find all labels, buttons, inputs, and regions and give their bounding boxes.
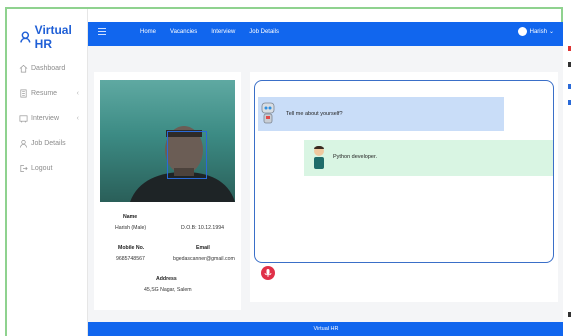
edge-mark: [568, 46, 571, 51]
top-menu: Home Vacancies Interview Job Details: [140, 29, 279, 35]
home-icon: [19, 64, 28, 73]
hamburger-menu-icon[interactable]: [98, 28, 106, 36]
answer-text: Python developer.: [333, 154, 378, 160]
resume-icon: [20, 89, 27, 98]
right-edge-strip: [563, 0, 574, 336]
sidebar-item-label: Interview: [31, 115, 60, 122]
chevron-left-icon: ‹: [76, 115, 79, 122]
user-avatar-icon: [314, 146, 324, 169]
user-menu[interactable]: Harish ⌄: [517, 27, 554, 36]
logout-icon: [20, 164, 28, 173]
chevron-down-icon: ⌄: [548, 29, 554, 35]
sidebar-item-logout[interactable]: Logout: [7, 156, 87, 181]
question-text: Tell me about yourself?: [286, 111, 343, 117]
sidebar: Virtual HR Dashboard Resume ‹ Interview …: [7, 9, 88, 336]
microphone-button[interactable]: [261, 266, 275, 280]
nav-link-job-details[interactable]: Job Details: [249, 29, 279, 35]
sidebar-item-resume[interactable]: Resume ‹: [7, 81, 87, 106]
chevron-left-icon: ‹: [76, 90, 79, 97]
email-label: Email: [196, 245, 210, 251]
address-label: Address: [156, 276, 177, 282]
sidebar-item-label: Logout: [31, 165, 53, 172]
edge-mark: [568, 312, 571, 317]
app-window: Virtual HR Dashboard Resume ‹ Interview …: [0, 0, 574, 336]
footer: Virtual HR: [88, 322, 564, 336]
sidebar-item-interview[interactable]: Interview ‹: [7, 106, 87, 131]
robot-icon: [261, 102, 275, 124]
person-logo-icon: [20, 31, 31, 43]
sidebar-item-label: Resume: [31, 90, 58, 97]
interview-icon: [19, 115, 28, 123]
footer-text: Virtual HR: [313, 326, 339, 332]
sidebar-item-job-details[interactable]: Job Details: [7, 131, 87, 156]
email-value: bgedascanner@gmail.com: [173, 256, 235, 262]
sidebar-item-label: Dashboard: [31, 65, 66, 72]
nav-link-home[interactable]: Home: [140, 29, 156, 35]
user-icon: [19, 139, 28, 148]
brand-name: Virtual HR: [34, 23, 72, 51]
nav-link-interview[interactable]: Interview: [211, 29, 235, 35]
face-detection-box: [167, 131, 207, 179]
address-value: 45,SG Nagar, Salem: [144, 287, 192, 293]
nav-link-vacancies[interactable]: Vacancies: [170, 29, 197, 35]
edge-mark: [568, 100, 571, 105]
sidebar-item-label: Job Details: [31, 140, 66, 147]
name-value: Harish (Male): [115, 225, 147, 231]
brand-logo[interactable]: Virtual HR: [19, 23, 87, 51]
dob-value: D.O.B: 10.12.1994: [181, 225, 224, 231]
edge-mark: [568, 62, 571, 67]
sidebar-nav: Dashboard Resume ‹ Interview ‹ Job Detai…: [7, 56, 87, 181]
sidebar-item-dashboard[interactable]: Dashboard: [7, 56, 87, 81]
edge-mark: [568, 84, 571, 89]
avatar: [517, 27, 527, 36]
name-label: Name: [123, 214, 138, 220]
mobile-value: 9685748567: [116, 256, 145, 262]
top-navbar: Home Vacancies Interview Job Details Har…: [88, 22, 564, 46]
user-name: Harish: [529, 28, 547, 35]
mobile-label: Mobile No.: [118, 245, 145, 251]
microphone-icon: [264, 269, 272, 277]
